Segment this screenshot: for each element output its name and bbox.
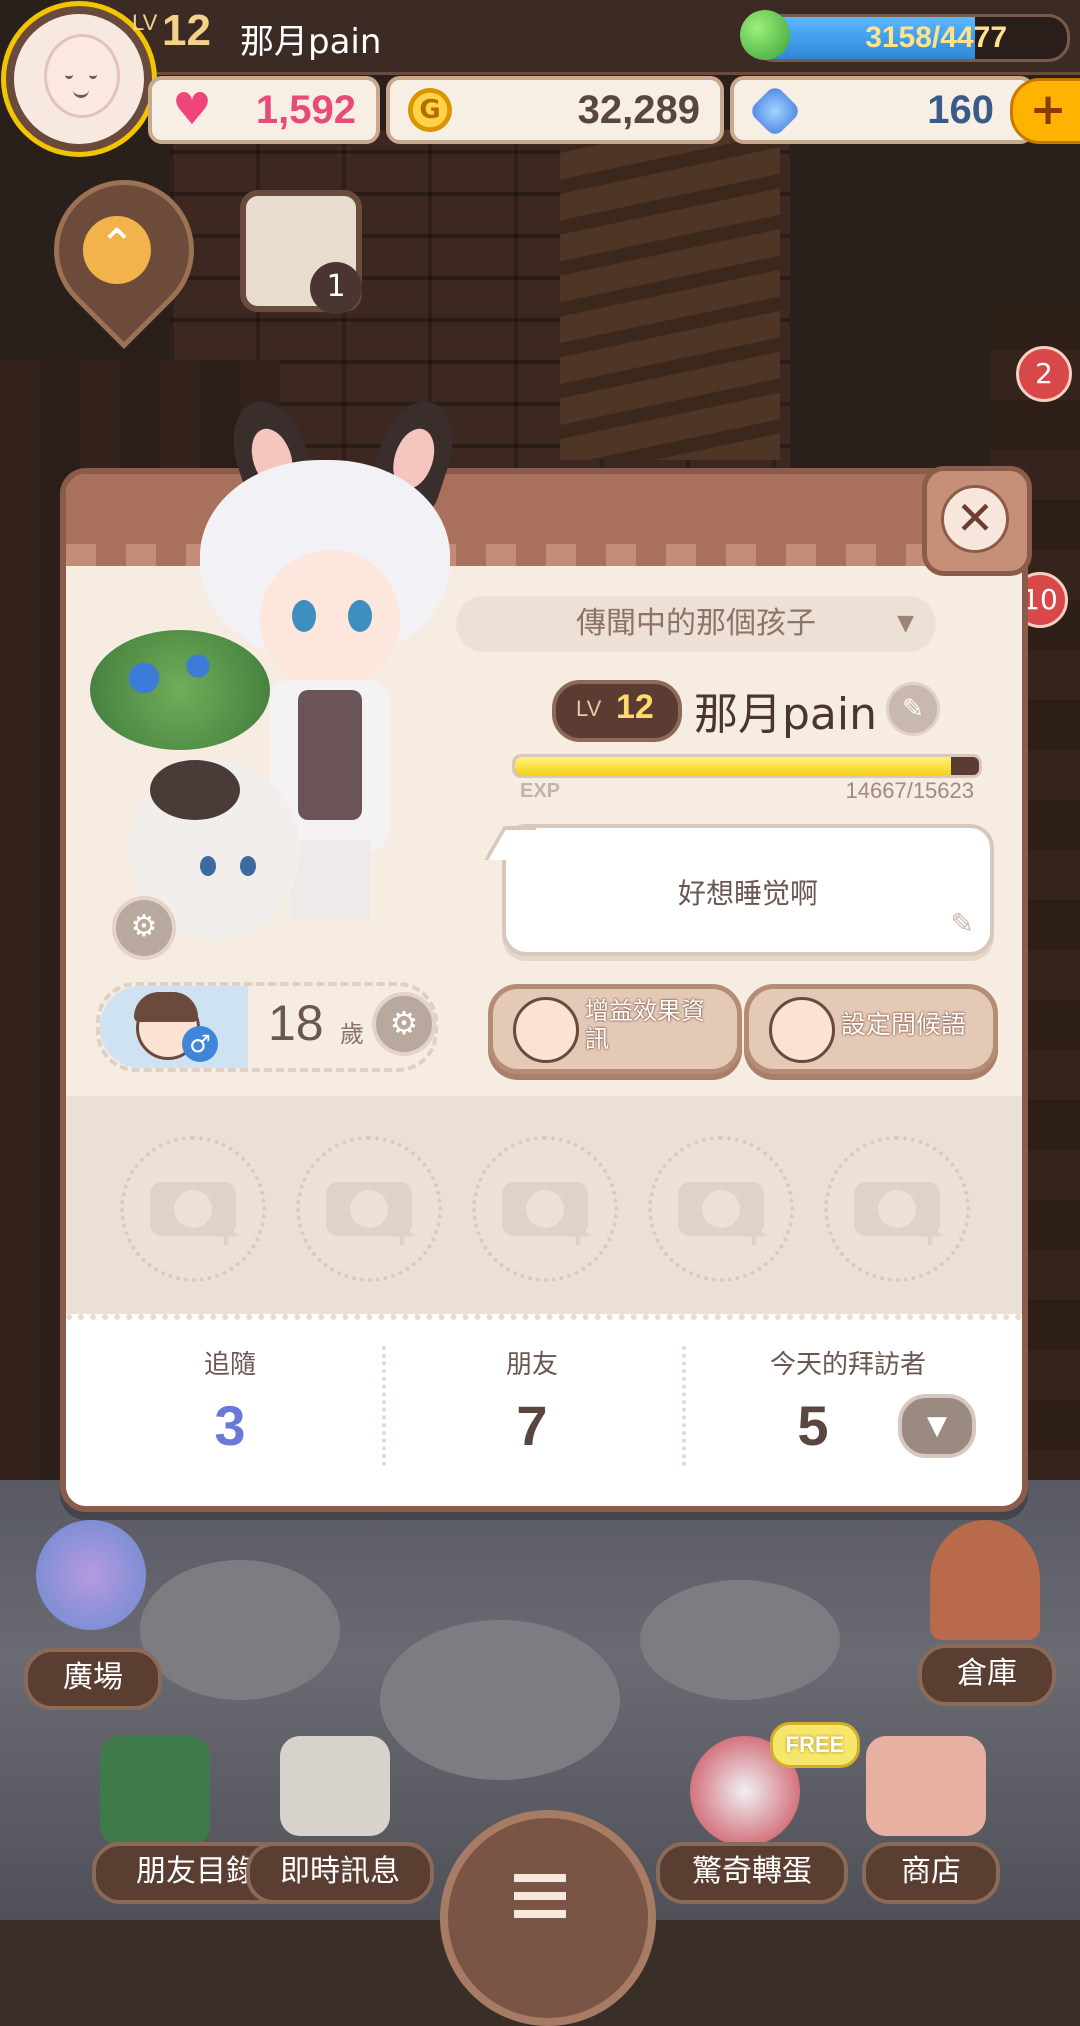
warehouse-button[interactable]: 倉庫 [918, 1644, 1056, 1706]
title-dropdown[interactable]: 傳聞中的那個孩子 ▼ [456, 596, 936, 652]
chevron-down-icon: ▼ [897, 611, 914, 636]
age-value: 18 [268, 995, 324, 1051]
player-level: 12 [162, 6, 211, 55]
leaf-energy-icon [740, 10, 790, 60]
age-unit: 歲 [340, 1020, 364, 1048]
edit-message-pencil-icon[interactable]: ✎ [951, 907, 974, 940]
player-name: 那月pain [240, 22, 382, 62]
friend-book-icon [100, 1736, 210, 1846]
free-badge: FREE [770, 1722, 860, 1768]
profile-name: 那月pain [694, 689, 878, 740]
add-photo-slot-4[interactable]: + [648, 1136, 794, 1282]
title-label: 傳聞中的那個孩子 [576, 606, 816, 641]
hearts-counter[interactable]: ♥ 1,592 [148, 76, 380, 144]
gem-icon [748, 84, 802, 138]
calendar-badge: 1 [310, 262, 362, 314]
hearts-value: 1,592 [255, 88, 356, 132]
shop-button[interactable]: 商店 [862, 1842, 1000, 1904]
coin-icon: G [408, 88, 452, 132]
add-photo-slot-2[interactable]: + [296, 1136, 442, 1282]
warehouse-house-icon [930, 1520, 1040, 1640]
avatar-face-icon [44, 34, 120, 118]
avatar-settings-gear-icon[interactable]: ⚙ [112, 896, 176, 960]
plaza-button[interactable]: 廣場 [24, 1648, 162, 1710]
gacha-button[interactable]: 驚奇轉蛋 [656, 1842, 848, 1904]
level-tag: LV [132, 10, 158, 35]
player-avatar[interactable] [6, 6, 152, 152]
buff-user-icon [513, 997, 579, 1063]
gems-counter[interactable]: 160 [730, 76, 1034, 144]
add-photo-slot-1[interactable]: + [120, 1136, 266, 1282]
following-stat[interactable]: 追隨 3 [80, 1344, 380, 1458]
status-message-bubble[interactable]: 好想睡觉啊 ✎ [502, 824, 994, 956]
close-button[interactable]: ✕ [922, 466, 1032, 576]
set-greeting-button[interactable]: 設定問候語 [744, 984, 998, 1074]
top-status-bar: LV 12 那月pain 3158/4477 ♥ 1,592 G 32,289 … [0, 0, 1080, 152]
character-face [260, 550, 400, 690]
status-message: 好想睡觉啊 [677, 877, 818, 910]
age-settings-gear-icon[interactable]: ⚙ [372, 992, 436, 1056]
mailbox-badge: 2 [1016, 346, 1072, 402]
energy-bar[interactable]: 3158/4477 [752, 14, 1070, 62]
male-symbol-icon: ♂ [182, 1026, 218, 1062]
exp-value: 14667/15623 [845, 778, 974, 803]
profile-level-badge: LV 12 [552, 680, 682, 742]
instant-message-icon [280, 1736, 390, 1836]
close-icon: ✕ [941, 485, 1009, 553]
following-value: 3 [214, 1394, 246, 1457]
coins-value: 32,289 [577, 88, 700, 132]
energy-value: 3158/4477 [865, 21, 1007, 54]
exp-fill [515, 757, 951, 775]
hamburger-icon [514, 1874, 566, 1918]
chevron-up-icon: ⌃ [82, 216, 151, 284]
instant-message-button[interactable]: 即時訊息 [246, 1842, 434, 1904]
potted-plant-icon [90, 630, 270, 750]
shop-store-icon [866, 1736, 986, 1836]
add-photo-slot-5[interactable]: + [824, 1136, 970, 1282]
edit-name-pencil-icon[interactable]: ✎ [886, 682, 940, 736]
add-photo-slot-3[interactable]: + [472, 1136, 618, 1282]
main-menu-button[interactable] [440, 1810, 656, 2026]
plaza-tree-icon [36, 1520, 146, 1630]
set-greeting-label: 設定問候語 [841, 1010, 967, 1039]
visitors-label: 今天的拜訪者 [769, 1350, 926, 1380]
exp-label: EXP [520, 780, 561, 802]
gems-value: 160 [927, 88, 994, 132]
visitors-expand-button[interactable]: ▼ [898, 1394, 976, 1458]
male-gender-badge: ♂ [100, 986, 248, 1068]
heart-icon: ♥ [172, 84, 212, 135]
friends-label: 朋友 [505, 1350, 558, 1380]
following-label: 追隨 [203, 1350, 256, 1380]
greeting-user-icon [769, 997, 835, 1063]
buff-info-button[interactable]: 增益效果資訊 [488, 984, 742, 1074]
exp-bar [512, 754, 982, 778]
add-gems-button[interactable]: + [1010, 78, 1080, 144]
buff-info-label: 增益效果資訊 [585, 997, 705, 1053]
profile-level: 12 [616, 688, 654, 726]
coins-counter[interactable]: G 32,289 [386, 76, 724, 144]
